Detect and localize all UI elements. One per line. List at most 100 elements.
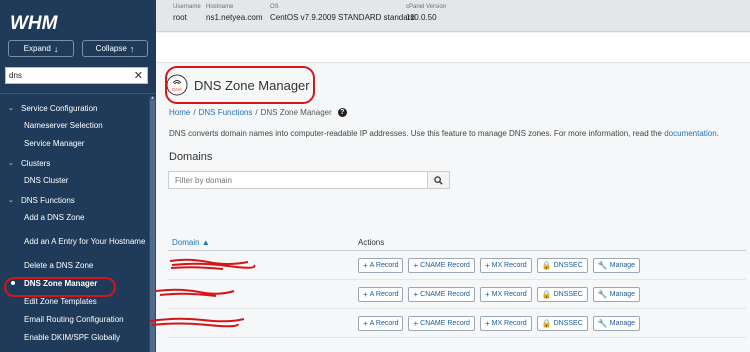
plus-icon: + <box>363 289 368 299</box>
dnssec-button[interactable]: 🔒 DNSSEC <box>536 286 588 302</box>
sidebar-item-add-a-entry[interactable]: Add an A Entry for Your Hostname <box>0 226 148 256</box>
redaction-scribble <box>149 317 245 327</box>
section-title: Domains <box>169 151 213 163</box>
collapse-button[interactable]: Collapse ↑ <box>82 40 148 57</box>
table-row: + A Record + CNAME Record + MX Record 🔒 DNSS… <box>149 309 746 338</box>
sidebar-item-add-dns-zone[interactable]: Add a DNS Zone <box>0 208 148 226</box>
domain-cell-redacted <box>155 280 358 309</box>
sidebar: WHM Expand ↓ Collapse ↑ ✕ ▲ ⌄ Service Co… <box>0 0 156 352</box>
redaction-scribble <box>169 258 256 270</box>
sidebar-item-service-manager[interactable]: Service Manager <box>0 134 148 152</box>
sidebar-search-input[interactable] <box>6 68 126 83</box>
nav-section-dns-functions[interactable]: ⌄ DNS Functions <box>0 192 148 208</box>
a-record-button[interactable]: + A Record <box>358 286 404 302</box>
nav-section-service-configuration[interactable]: ⌄ Service Configuration <box>0 100 148 116</box>
dnssec-button[interactable]: 🔒 DNSSEC <box>536 315 588 331</box>
nav-section-label: Clusters <box>21 158 51 168</box>
nav-section-label: DNS Functions <box>21 195 75 205</box>
search-button[interactable] <box>427 172 449 188</box>
table-row: + A Record + CNAME Record + MX Record 🔒 DNSS… <box>155 280 746 309</box>
breadcrumb: Home / DNS Functions / DNS Zone Manager … <box>169 108 347 117</box>
cname-record-button[interactable]: + CNAME Record <box>408 257 475 273</box>
plus-icon: + <box>413 318 419 328</box>
manage-button[interactable]: 🔧 Manage <box>592 286 641 302</box>
row-actions: + A Record + CNAME Record + MX Record 🔒 DNSS… <box>358 257 641 273</box>
lock-icon: 🔒 <box>541 260 552 270</box>
main-content: DNS DNS Zone Manager Home / DNS Function… <box>149 64 750 352</box>
help-icon[interactable]: ? <box>337 108 347 117</box>
row-actions: + A Record + CNAME Record + MX Record 🔒 DNSS… <box>358 315 641 331</box>
sidebar-item-delete-dns-zone[interactable]: Delete a DNS Zone <box>0 256 148 274</box>
os-label: OS <box>270 4 279 10</box>
expand-button[interactable]: Expand ↓ <box>8 40 74 57</box>
mx-record-button[interactable]: + MX Record <box>479 315 532 331</box>
column-actions: Actions <box>358 237 385 247</box>
domain-cell-redacted <box>149 309 358 338</box>
sidebar-item-enable-dkim-spf[interactable]: Enable DKIM/SPF Globally <box>0 328 148 346</box>
chevron-down-icon: ⌄ <box>8 160 14 167</box>
sub-header <box>156 33 750 63</box>
svg-text:WHM: WHM <box>10 13 59 34</box>
manage-button[interactable]: 🔧 Manage <box>592 315 641 331</box>
collapse-label: Collapse <box>95 44 127 53</box>
sidebar-item-nameserver-selection[interactable]: Nameserver Selection <box>0 116 148 134</box>
version-value: 110.0.50 <box>406 13 437 22</box>
plus-icon: + <box>484 289 490 299</box>
sort-asc-icon: ▲ <box>201 237 210 247</box>
arrow-up-icon: ↑ <box>129 43 135 54</box>
hostname-value: ns1.netyea.com <box>206 13 263 22</box>
mx-record-button[interactable]: + MX Record <box>479 257 532 273</box>
sidebar-item-dns-cluster[interactable]: DNS Cluster <box>0 171 148 189</box>
version-label: cPanel Version <box>406 4 447 10</box>
hostname-label: Hostname <box>206 4 234 10</box>
search-icon <box>434 175 443 185</box>
a-record-button[interactable]: + A Record <box>358 315 404 331</box>
description-text: DNS converts domain names into computer-… <box>169 129 662 138</box>
plus-icon: + <box>484 260 490 270</box>
domain-filter <box>168 171 450 189</box>
chevron-down-icon: ⌄ <box>8 197 14 204</box>
whm-logo-icon: WHM <box>10 13 59 34</box>
lock-icon: 🔒 <box>541 289 552 299</box>
nav-section-label: Service Configuration <box>21 103 98 113</box>
lock-icon: 🔒 <box>541 318 552 328</box>
os-value: CentOS v7.9.2009 STANDARD standard <box>270 13 415 22</box>
plus-icon: + <box>484 318 490 328</box>
mx-record-button[interactable]: + MX Record <box>479 286 532 302</box>
table-header: Domain ▲ Actions <box>168 234 746 251</box>
whm-logo[interactable]: WHM <box>8 10 64 34</box>
annotation-oval-sidebar <box>4 277 116 297</box>
wrench-icon: 🔧 <box>597 318 608 328</box>
page-description: DNS converts domain names into computer-… <box>169 129 719 138</box>
expand-label: Expand <box>23 44 51 53</box>
documentation-link[interactable]: documentation <box>664 129 716 138</box>
divider <box>0 93 156 94</box>
breadcrumb-current: DNS Zone Manager <box>260 108 332 117</box>
plus-icon: + <box>363 260 368 270</box>
wrench-icon: 🔧 <box>597 289 608 299</box>
cname-record-button[interactable]: + CNAME Record <box>408 286 475 302</box>
manage-button[interactable]: 🔧 Manage <box>592 257 641 273</box>
row-actions: + A Record + CNAME Record + MX Record 🔒 DNSS… <box>358 286 641 302</box>
dnssec-button[interactable]: 🔒 DNSSEC <box>536 257 588 273</box>
breadcrumb-dns-functions[interactable]: DNS Functions <box>199 108 253 117</box>
plus-icon: + <box>363 318 368 328</box>
cname-record-button[interactable]: + CNAME Record <box>408 315 475 331</box>
server-info-bar: Username root Hostname ns1.netyea.com OS… <box>156 0 750 32</box>
filter-input[interactable] <box>169 172 427 188</box>
column-domain[interactable]: Domain ▲ <box>168 238 358 247</box>
nav-section-clusters[interactable]: ⌄ Clusters <box>0 155 148 171</box>
table-row: + A Record + CNAME Record + MX Record 🔒 DNSS… <box>168 251 746 280</box>
breadcrumb-home[interactable]: Home <box>169 108 190 117</box>
chevron-down-icon: ⌄ <box>8 105 14 112</box>
domain-cell-redacted <box>168 251 358 280</box>
username-label: Username <box>173 4 201 10</box>
scroll-up-icon[interactable]: ▲ <box>150 96 155 101</box>
close-icon[interactable]: ✕ <box>134 69 143 82</box>
annotation-oval-title <box>165 66 315 104</box>
a-record-button[interactable]: + A Record <box>358 257 404 273</box>
sidebar-item-email-routing[interactable]: Email Routing Configuration <box>0 310 148 328</box>
arrow-down-icon: ↓ <box>53 43 59 54</box>
plus-icon: + <box>413 260 419 270</box>
sidebar-nav: ⌄ Service Configuration Nameserver Selec… <box>0 100 148 346</box>
